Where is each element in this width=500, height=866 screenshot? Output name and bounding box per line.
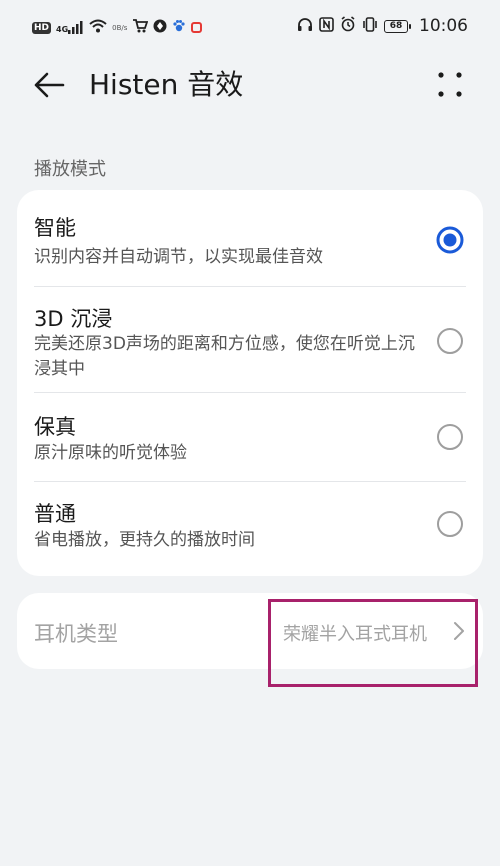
status-clock: 10:06 bbox=[419, 16, 468, 36]
hd-badge: HD bbox=[32, 21, 52, 34]
headphones-icon bbox=[297, 17, 313, 36]
mode-option-3d-immersive[interactable]: 3D 沉浸 完美还原3D声场的距离和方位感，使您在听觉上沉浸其中 bbox=[17, 287, 483, 392]
radio-unselected-icon[interactable] bbox=[436, 327, 464, 355]
mode-option-title: 智能 bbox=[34, 216, 76, 240]
playback-mode-card: 智能 识别内容并自动调节，以实现最佳音效 3D 沉浸 完美还原3D声场的距离和方… bbox=[17, 190, 483, 576]
mode-option-smart[interactable]: 智能 识别内容并自动调节，以实现最佳音效 bbox=[17, 190, 483, 286]
back-arrow-icon bbox=[34, 72, 65, 98]
page-title: Histen 音效 bbox=[89, 68, 244, 101]
status-left-icons: HD 4G 0B/s bbox=[32, 18, 203, 37]
paw-app-icon bbox=[172, 18, 186, 37]
alarm-icon bbox=[340, 16, 356, 36]
radio-selected-icon[interactable] bbox=[436, 226, 464, 254]
shield-app-icon bbox=[153, 18, 167, 37]
signal-4g-icon: 4G bbox=[56, 21, 84, 34]
back-button[interactable] bbox=[30, 67, 70, 103]
highlight-annotation-box bbox=[268, 599, 478, 687]
speed-text: 0B/s bbox=[112, 23, 128, 32]
mode-option-description: 完美还原3D声场的距离和方位感，使您在听觉上沉浸其中 bbox=[34, 334, 415, 379]
title-bar: Histen 音效 bbox=[0, 54, 500, 118]
radio-unselected-icon[interactable] bbox=[436, 510, 464, 538]
mode-option-description: 省电播放，更持久的播放时间 bbox=[34, 530, 255, 550]
vibrate-icon bbox=[362, 16, 378, 36]
mode-option-hifi[interactable]: 保真 原汁原味的听觉体验 bbox=[17, 393, 483, 481]
playback-mode-section-label: 播放模式 bbox=[34, 159, 106, 180]
radio-unselected-icon[interactable] bbox=[436, 423, 464, 451]
status-right-icons: 68 10:06 bbox=[297, 16, 468, 36]
mode-option-description: 原汁原味的听觉体验 bbox=[34, 443, 187, 463]
status-bar: HD 4G 0B/s 68 10:06 bbox=[0, 0, 500, 54]
red-app-icon bbox=[191, 22, 203, 33]
headphone-type-label: 耳机类型 bbox=[34, 622, 118, 646]
mode-option-title: 普通 bbox=[34, 502, 76, 526]
mode-option-title: 保真 bbox=[34, 415, 76, 439]
mode-option-title: 3D 沉浸 bbox=[34, 307, 113, 331]
more-dots-icon bbox=[438, 72, 462, 97]
mode-option-normal[interactable]: 普通 省电播放，更持久的播放时间 bbox=[17, 482, 483, 576]
cart-icon bbox=[132, 18, 149, 37]
wifi-icon bbox=[89, 18, 107, 37]
mode-option-description: 识别内容并自动调节，以实现最佳音效 bbox=[34, 247, 323, 267]
more-options-button[interactable] bbox=[432, 67, 468, 103]
battery-icon: 68 bbox=[384, 19, 411, 33]
nfc-icon bbox=[319, 16, 334, 36]
